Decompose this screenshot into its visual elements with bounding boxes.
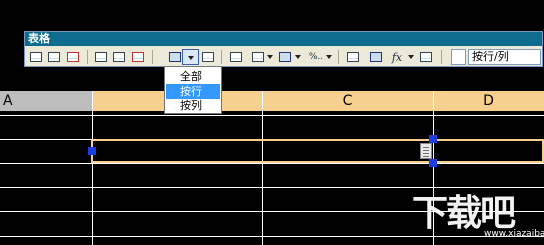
insert-column-left-icon[interactable] (93, 49, 109, 65)
grid-line (92, 91, 93, 245)
link-cell-icon[interactable] (451, 49, 466, 65)
toolbar-buttons: %.. fx 按行/列 (25, 47, 542, 67)
menu-item-by-row[interactable]: 按行 (166, 84, 220, 99)
column-header-c[interactable]: C (262, 91, 433, 111)
toolbar-separator (441, 50, 442, 64)
row-grip-bottom[interactable] (429, 159, 437, 167)
column-header-d[interactable]: D (433, 91, 544, 111)
table-cell-menu-icon[interactable] (420, 143, 432, 159)
lock-dropdown-arrow[interactable] (295, 55, 301, 59)
row-grip-top[interactable] (429, 135, 437, 143)
alignment-icon[interactable] (250, 49, 266, 65)
menu-item-all[interactable]: 全部 (166, 69, 220, 84)
delete-columns-icon[interactable] (130, 49, 146, 65)
toolbar-separator (87, 50, 88, 64)
formula-dropdown-arrow[interactable] (408, 55, 414, 59)
alignment-dropdown-arrow[interactable] (267, 55, 273, 59)
manage-cell-content-icon[interactable] (418, 49, 434, 65)
insert-field-icon[interactable] (368, 49, 384, 65)
cell-borders-icon[interactable] (228, 49, 244, 65)
data-format-icon[interactable]: %.. (308, 49, 324, 65)
match-cell-select[interactable]: 按行/列 (468, 49, 541, 65)
grid-line (0, 163, 544, 164)
grid-line (0, 115, 544, 116)
row-grip-left[interactable] (88, 147, 96, 155)
selected-row[interactable] (91, 139, 544, 163)
toolbar-title[interactable]: 表格 (25, 32, 542, 46)
watermark-url: www.xiazaiba.com (484, 229, 544, 239)
column-header-a[interactable]: A (0, 91, 92, 111)
insert-row-below-icon[interactable] (46, 49, 62, 65)
toolbar-separator (152, 50, 153, 64)
table-toolbar: 表格 %.. fx 按行/列 (24, 31, 543, 67)
grid-line (0, 236, 544, 237)
lock-icon[interactable] (277, 49, 293, 65)
merge-cells-dropdown-button[interactable] (182, 49, 199, 65)
unmerge-cells-icon[interactable] (200, 49, 216, 65)
data-format-dropdown-arrow[interactable] (326, 55, 332, 59)
insert-formula-icon[interactable]: fx (389, 49, 405, 65)
insert-column-right-icon[interactable] (111, 49, 127, 65)
menu-item-by-column[interactable]: 按列 (166, 98, 220, 113)
column-header-row: A C D (0, 91, 544, 111)
merge-cells-icon[interactable] (167, 49, 183, 65)
toolbar-separator (221, 50, 222, 64)
insert-row-above-icon[interactable] (28, 49, 44, 65)
delete-rows-icon[interactable] (65, 49, 81, 65)
grid-line (262, 91, 263, 245)
toolbar-separator (338, 50, 339, 64)
insert-block-icon[interactable] (345, 49, 361, 65)
merge-cells-menu: 全部 按行 按列 (164, 66, 222, 114)
